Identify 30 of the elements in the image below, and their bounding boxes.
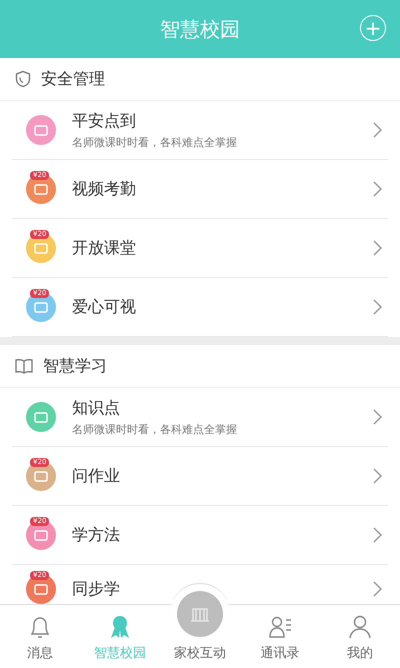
item-subtitle: 名师微课时时看，各科难点全掌握 xyxy=(72,422,238,436)
item-title: 爱心可视 xyxy=(72,296,137,318)
chevron-icon xyxy=(373,122,382,138)
tab-item[interactable]: 消息 xyxy=(0,605,80,668)
chevron-icon xyxy=(373,581,382,597)
chevron-icon xyxy=(373,409,382,425)
chevron-icon xyxy=(373,240,382,256)
menu-item[interactable]: 平安点到 名师微课时时看，各科难点全掌握 xyxy=(12,101,388,160)
chevron-icon xyxy=(373,299,382,315)
item-title: 平安点到 xyxy=(72,110,137,132)
person-icon xyxy=(347,614,373,640)
chevron-icon xyxy=(373,468,382,484)
app-title: 智慧校园 xyxy=(160,16,240,42)
section-title: 智慧学习 xyxy=(43,356,107,376)
book-icon xyxy=(14,357,34,375)
item-title: 视频考勤 xyxy=(72,178,137,200)
item-subtitle: 名师微课时时看，各科难点全掌握 xyxy=(72,134,238,150)
item-title: 问作业 xyxy=(72,466,121,486)
item-title: 开放课堂 xyxy=(72,238,137,258)
chevron-icon xyxy=(373,527,382,543)
tab-item[interactable]: 我的 xyxy=(320,605,400,668)
menu-item[interactable]: 知识点 名师微课时时看，各科难点全掌握 xyxy=(12,388,388,447)
contacts-icon xyxy=(267,614,293,640)
item-title: 学方法 xyxy=(72,524,121,546)
item-title: 同步学 xyxy=(72,578,121,600)
shield-icon xyxy=(14,70,32,88)
chevron-icon xyxy=(373,181,382,197)
tab-item[interactable]: 通讯录 xyxy=(240,605,320,668)
item-title: 知识点 xyxy=(72,398,121,418)
section-title: 安全管理 xyxy=(41,68,105,90)
